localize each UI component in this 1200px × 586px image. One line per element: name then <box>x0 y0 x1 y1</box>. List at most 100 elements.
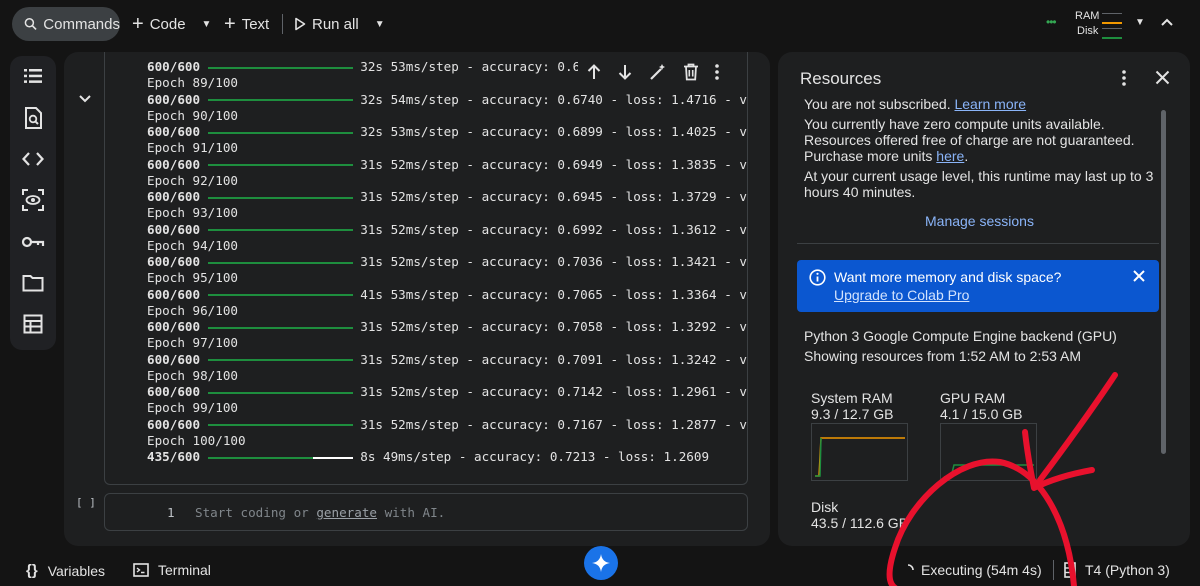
arrow-up-icon[interactable] <box>586 63 602 81</box>
chevron-up-icon[interactable] <box>1160 17 1174 27</box>
cell-toolbar <box>578 58 728 86</box>
epoch-text: Epoch 93/100 <box>147 205 238 221</box>
disk-label: Disk <box>1077 25 1099 37</box>
step-line: 600/600 32s 54ms/step - accuracy: 0.6740… <box>147 91 748 108</box>
gpu-ram-label: GPU RAM <box>940 390 1006 406</box>
data-table-icon[interactable] <box>21 312 45 336</box>
epoch-text: Epoch 89/100 <box>147 75 238 91</box>
delete-icon[interactable] <box>683 63 699 81</box>
system-ram-graph <box>811 423 908 481</box>
resource-indicator[interactable]: ••• RAM Disk <box>1044 10 1126 40</box>
server-icon <box>1064 562 1076 578</box>
step-metrics: 8s 49ms/step - accuracy: 0.7213 - loss: … <box>360 449 710 464</box>
progress-fill <box>207 424 353 426</box>
key-icon[interactable] <box>21 230 45 254</box>
search-icon <box>24 18 37 30</box>
step-line: 600/600 32s 53ms/step - accuracy: 0.680 <box>147 59 595 75</box>
step-metrics: 31s 52ms/step - accuracy: 0.6992 - loss:… <box>360 221 748 237</box>
terminal-button[interactable]: Terminal <box>133 562 211 578</box>
disk-meter <box>1102 28 1122 39</box>
epoch-text: Epoch 100/100 <box>147 432 246 448</box>
epoch-text: Epoch 94/100 <box>147 237 238 253</box>
progress-bar <box>207 66 353 69</box>
epoch-line: Epoch 99/100 <box>147 400 238 416</box>
more-vertical-icon[interactable] <box>714 63 720 81</box>
epoch-text: Epoch 91/100 <box>147 140 238 156</box>
purchase-period: . <box>964 148 969 164</box>
folder-icon[interactable] <box>21 271 45 295</box>
epoch-line: Epoch 94/100 <box>147 238 238 254</box>
epoch-line: Epoch 98/100 <box>147 368 238 384</box>
not-subscribed-text: You are not subscribed. <box>804 98 951 112</box>
time-range-text: Showing resources from 1:52 AM to 2:53 A… <box>804 348 1082 364</box>
progress-bar <box>207 424 353 426</box>
system-ram-value: 9.3 / 12.7 GB <box>811 406 894 422</box>
gemini-button[interactable] <box>584 546 618 580</box>
terminal-icon <box>133 563 149 577</box>
code-snippets-icon[interactable] <box>21 147 45 171</box>
step-line: 435/600 8s 49ms/step - accuracy: 0.7213 … <box>147 449 709 465</box>
epoch-line: Epoch 95/100 <box>147 270 238 286</box>
placeholder-text: with AI. <box>377 505 446 520</box>
collapse-chevron-icon[interactable] <box>78 94 92 104</box>
step-metrics: 32s 54ms/step - accuracy: 0.6740 - loss:… <box>360 91 748 107</box>
learn-more-link[interactable]: Learn more <box>954 98 1026 112</box>
step-metrics: 41s 53ms/step - accuracy: 0.7065 - loss:… <box>360 286 748 302</box>
progress-bar <box>207 456 353 459</box>
add-text-button[interactable]: + Text <box>224 7 269 41</box>
usage-text-2: hours 40 minutes. <box>804 184 916 200</box>
step-count: 600/600 <box>147 416 201 432</box>
step-metrics: 31s 52ms/step - accuracy: 0.6949 - loss:… <box>360 156 748 172</box>
toolbar-divider <box>282 14 283 34</box>
step-count: 600/600 <box>147 124 201 139</box>
step-count: 435/600 <box>147 449 201 464</box>
add-code-button[interactable]: + Code ▼ <box>132 7 211 41</box>
generate-link[interactable]: generate <box>316 505 377 520</box>
purchase-here-link[interactable]: here <box>936 148 964 164</box>
table-of-contents-icon[interactable] <box>21 64 45 88</box>
spinner-icon <box>907 564 914 571</box>
arrow-down-icon[interactable] <box>617 63 633 81</box>
step-line: 600/600 31s 52ms/step - accuracy: 0.7142… <box>147 384 747 400</box>
line-number: 1 <box>167 505 175 520</box>
cell-output: 600/600 32s 53ms/step - accuracy: 0.680 E… <box>104 52 748 485</box>
epoch-line: Epoch 89/100 <box>147 75 238 91</box>
step-count: 600/600 <box>147 59 201 74</box>
plus-icon: + <box>132 12 144 35</box>
cell-run-bracket[interactable]: [ ] <box>76 496 96 509</box>
progress-bar <box>207 391 353 394</box>
upgrade-link[interactable]: Upgrade to Colab Pro <box>834 287 969 303</box>
runtime-button[interactable]: T4 (Python 3) <box>1064 562 1170 578</box>
panel-scrollbar[interactable] <box>1161 110 1166 454</box>
run-all-button[interactable]: Run all ▼ <box>294 7 385 41</box>
find-icon[interactable] <box>21 106 45 130</box>
step-line: 600/600 31s 52ms/step - accuracy: 0.6945… <box>147 189 747 205</box>
chevron-down-icon[interactable]: ▼ <box>202 19 212 30</box>
progress-bar <box>207 164 353 166</box>
secrets-visibility-icon[interactable] <box>21 188 45 212</box>
status-bar: {} Variables Terminal Executing (54m 4s)… <box>0 546 1200 586</box>
progress-remaining <box>312 456 353 459</box>
progress-bar <box>207 294 353 296</box>
epoch-text: Epoch 92/100 <box>147 172 238 188</box>
variables-label: Variables <box>47 562 106 579</box>
commands-button[interactable]: Commands <box>12 7 120 41</box>
progress-fill <box>207 294 353 296</box>
disk-label: Disk <box>811 499 839 515</box>
empty-code-cell[interactable]: 1 Start coding or generate with AI. <box>104 493 748 531</box>
manage-sessions-button[interactable]: Manage sessions <box>925 213 1034 229</box>
magic-edit-icon[interactable] <box>649 63 667 81</box>
close-icon[interactable] <box>1155 70 1170 85</box>
purchase-text: Purchase more units here. <box>804 148 968 164</box>
chevron-down-icon[interactable]: ▼ <box>375 19 385 30</box>
variables-button[interactable]: {} Variables <box>26 562 105 579</box>
execution-status[interactable]: Executing (54m 4s) <box>902 562 1042 578</box>
banner-text: Want more memory and disk space? <box>834 269 1062 285</box>
step-count: 600/600 <box>147 286 201 302</box>
more-vertical-icon[interactable] <box>1121 69 1127 87</box>
progress-fill <box>207 456 313 459</box>
step-count: 600/600 <box>147 384 201 399</box>
chevron-down-icon[interactable]: ▼ <box>1135 17 1145 28</box>
close-icon[interactable] <box>1133 270 1145 282</box>
epoch-line: Epoch 90/100 <box>147 108 238 124</box>
